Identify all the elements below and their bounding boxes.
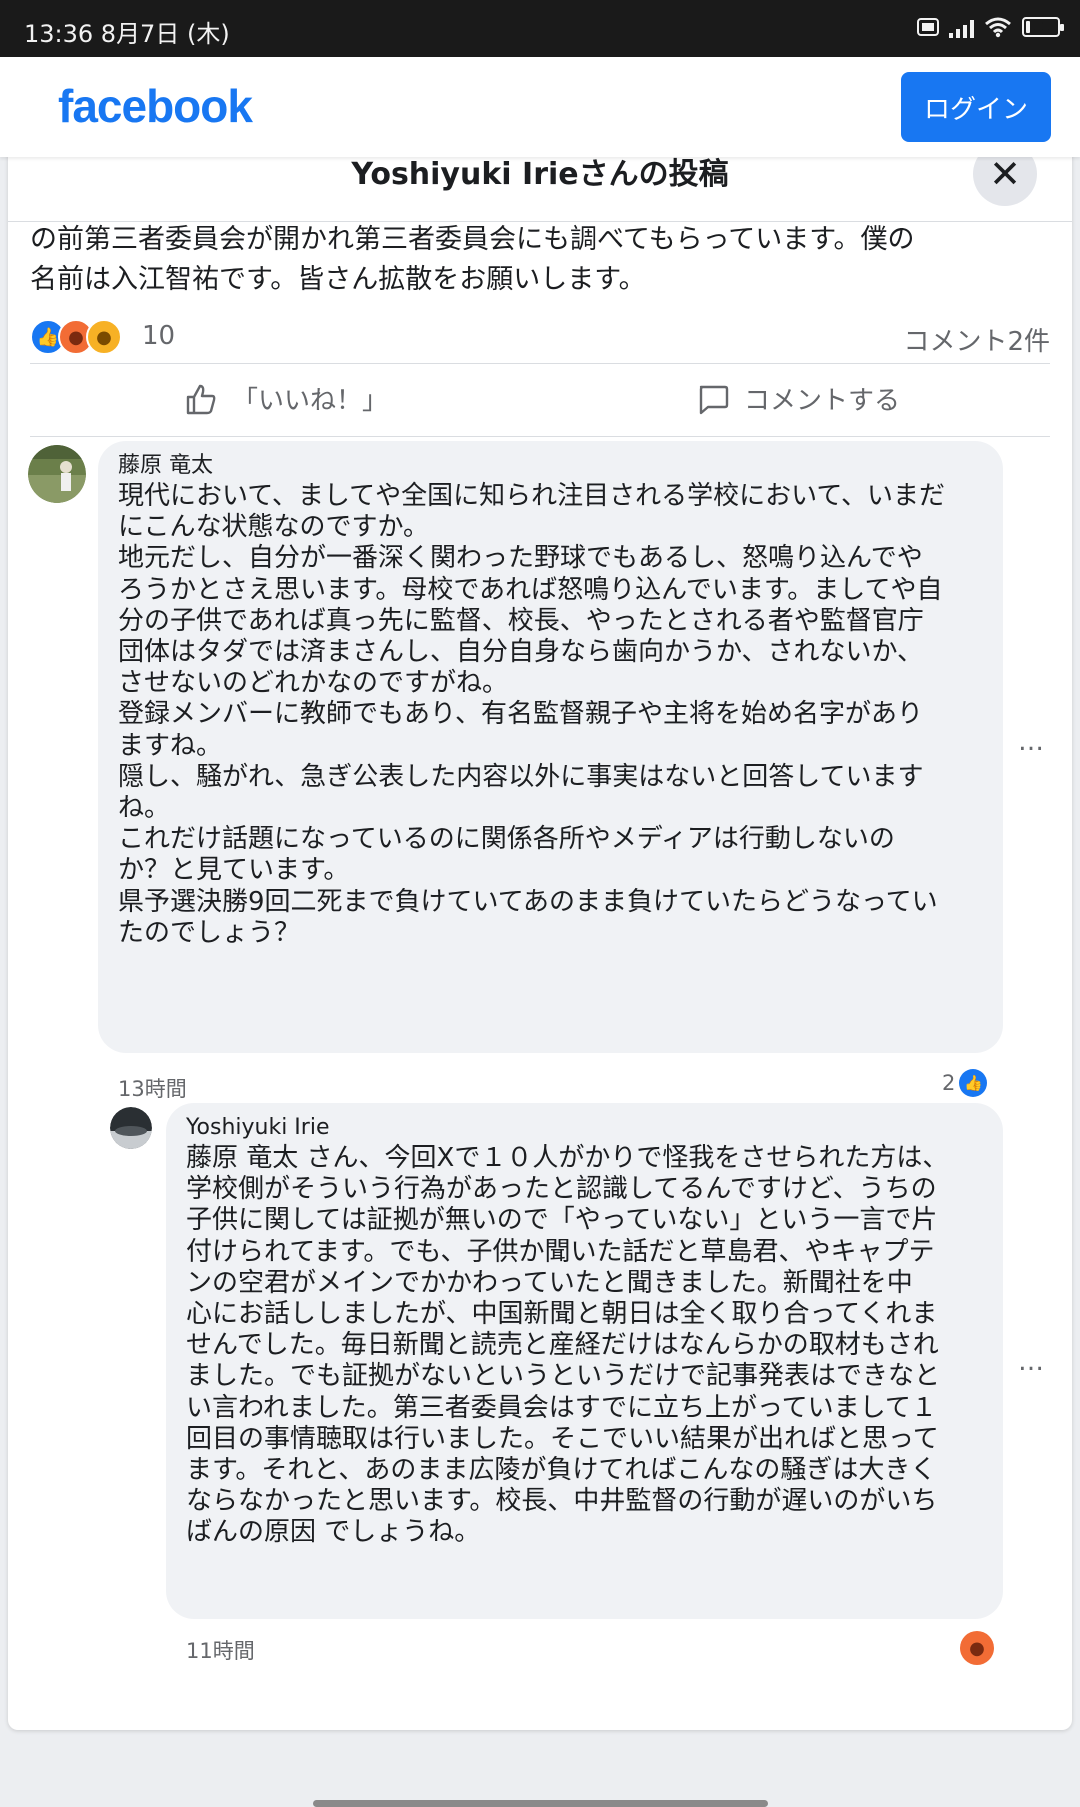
comment-item: 藤原 竜太 現代において、ましてや全国に知られ注目される学校において、いまだ に…: [8, 441, 1072, 1101]
comment-like-count[interactable]: 2 👍: [942, 1069, 988, 1097]
comment-time[interactable]: 11時間: [186, 1635, 255, 1665]
battery-level: 11: [1032, 20, 1050, 34]
avatar[interactable]: [110, 1107, 152, 1149]
reactions-summary[interactable]: 👍 ● ● 10 コメント2件: [30, 315, 1050, 359]
comment-count[interactable]: コメント2件: [903, 321, 1050, 358]
post-text: の前第三者委員会が開かれ第三者委員会にも調べてもらっています。僕の 名前は入江智…: [30, 224, 915, 295]
like-button[interactable]: 「いいね！」: [184, 380, 388, 417]
reply-item: Yoshiyuki Irie 藤原 竜太 さん、今回Xで１０人がかりで怪我をさせ…: [8, 1103, 1072, 1707]
wifi-icon: [985, 17, 1011, 38]
comment-author[interactable]: 藤原 竜太: [118, 451, 983, 481]
action-bar: 「いいね！」 コメントする: [30, 363, 1050, 437]
facebook-logo[interactable]: facebook: [58, 79, 253, 133]
like-reaction-icon: 👍: [959, 1069, 988, 1097]
comment-like-number: 2: [942, 1071, 956, 1095]
comment-button-label: コメントする: [744, 386, 901, 416]
volte-icon: [917, 18, 939, 36]
gesture-nav-handle[interactable]: [313, 1800, 768, 1807]
comment-author[interactable]: Yoshiyuki Irie: [186, 1113, 983, 1143]
avatar[interactable]: [28, 445, 86, 503]
comment-text: 藤原 竜太 さん、今回Xで１０人がかりで怪我をさせられた方は、 学校側がそういう…: [186, 1143, 949, 1548]
site-header: facebook ログイン: [0, 57, 1080, 157]
comment-text: 現代において、ましてや全国に知られ注目される学校において、いまだ にこんな状態な…: [118, 481, 946, 948]
battery-icon: 11: [1022, 17, 1064, 37]
status-icons: 11: [917, 16, 1064, 38]
more-options-icon[interactable]: …: [1018, 1347, 1045, 1377]
comment-icon: [699, 385, 729, 414]
reaction-count[interactable]: 10: [142, 321, 175, 351]
comment-bubble: Yoshiyuki Irie 藤原 竜太 さん、今回Xで１０人がかりで怪我をさせ…: [166, 1103, 1003, 1619]
signal-icon: [949, 16, 974, 38]
login-button[interactable]: ログイン: [901, 72, 1051, 142]
status-time-date: 13:36 8月7日 (木): [24, 20, 230, 48]
angry-reaction-icon[interactable]: ●: [960, 1631, 994, 1665]
like-button-label: 「いいね！」: [232, 386, 389, 416]
status-bar: 13:36 8月7日 (木) 11: [0, 0, 1080, 57]
sad-reaction-icon: ●: [86, 319, 122, 355]
comment-time[interactable]: 13時間: [118, 1073, 187, 1103]
comment-bubble: 藤原 竜太 現代において、ましてや全国に知られ注目される学校において、いまだ に…: [98, 441, 1003, 1053]
post-modal: Yoshiyuki Irieさんの投稿 ✕ の前第三者委員会が開かれ第三者委員会…: [8, 145, 1072, 1730]
thumbs-up-icon: [186, 384, 216, 414]
more-options-icon[interactable]: …: [1018, 727, 1045, 757]
close-icon: ✕: [989, 152, 1021, 196]
comment-button[interactable]: コメントする: [696, 380, 900, 417]
